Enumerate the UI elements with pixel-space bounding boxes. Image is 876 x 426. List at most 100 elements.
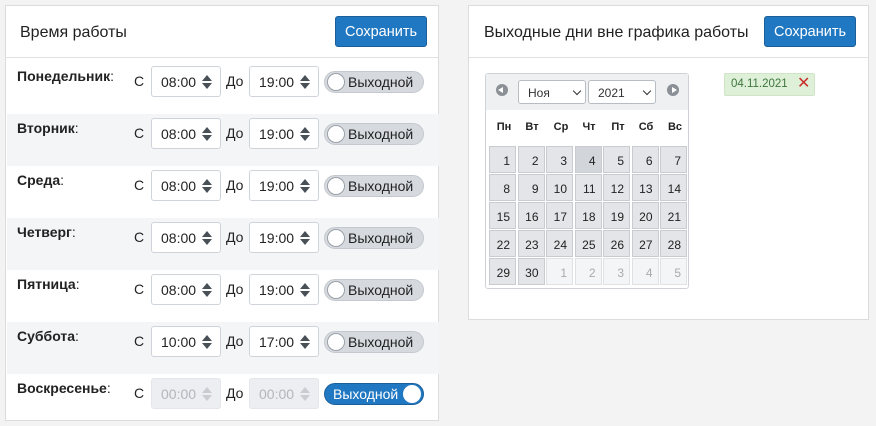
calendar-day[interactable]: 3 xyxy=(546,146,573,173)
from-time-input[interactable]: 00:00 xyxy=(151,378,221,409)
work-hours-header: Время работы Сохранить xyxy=(6,6,438,58)
calendar-day[interactable]: 16 xyxy=(517,202,545,229)
spinner-icon[interactable] xyxy=(202,387,212,401)
day-off-toggle[interactable]: Выходной xyxy=(324,175,424,197)
calendar-day[interactable]: 27 xyxy=(631,230,659,257)
from-time-input[interactable]: 08:00 xyxy=(151,222,221,253)
from-time-input[interactable]: 08:00 xyxy=(151,66,221,97)
to-time-value: 19:00 xyxy=(259,126,295,142)
day-off-toggle[interactable]: Выходной xyxy=(324,331,424,353)
calendar-day[interactable]: 22 xyxy=(489,230,516,257)
spinner-icon[interactable] xyxy=(300,179,310,193)
calendar-day[interactable]: 2 xyxy=(517,146,545,173)
calendar-day[interactable]: 7 xyxy=(660,146,687,173)
to-time-input[interactable]: 00:00 xyxy=(249,378,319,409)
day-off-toggle[interactable]: Выходной xyxy=(324,383,424,405)
calendar-day[interactable]: 24 xyxy=(546,230,573,257)
day-off-toggle[interactable]: Выходной xyxy=(324,123,424,145)
to-label: До xyxy=(226,73,244,89)
spinner-icon[interactable] xyxy=(202,127,212,141)
spinner-icon[interactable] xyxy=(202,179,212,193)
calendar-day[interactable]: 3 xyxy=(603,258,630,285)
spinner-icon[interactable] xyxy=(300,283,310,297)
weekday-label: Ср xyxy=(553,121,569,133)
prev-month-icon[interactable] xyxy=(496,84,508,96)
to-time-input[interactable]: 19:00 xyxy=(249,118,319,149)
calendar-day[interactable]: 4 xyxy=(574,146,602,173)
from-label: С xyxy=(134,73,145,89)
calendar-day[interactable]: 4 xyxy=(631,258,659,285)
save-holidays-button[interactable]: Сохранить xyxy=(764,16,857,47)
calendar-day[interactable]: 10 xyxy=(546,174,573,201)
year-select[interactable]: 2021 xyxy=(588,80,656,104)
calendar-day[interactable]: 29 xyxy=(489,258,516,285)
calendar-day[interactable]: 2 xyxy=(574,258,602,285)
calendar-day[interactable]: 8 xyxy=(489,174,516,201)
to-label: До xyxy=(226,333,244,349)
calendar-day[interactable]: 13 xyxy=(631,174,659,201)
day-off-toggle[interactable]: Выходной xyxy=(324,71,424,93)
calendar-day[interactable]: 1 xyxy=(546,258,573,285)
to-time-input[interactable]: 17:00 xyxy=(249,326,319,357)
spinner-icon[interactable] xyxy=(300,127,310,141)
spinner-icon[interactable] xyxy=(300,387,310,401)
day-off-label: Выходной xyxy=(333,386,399,402)
to-time-input[interactable]: 19:00 xyxy=(249,274,319,305)
calendar-day[interactable]: 6 xyxy=(631,146,659,173)
calendar-day[interactable]: 18 xyxy=(574,202,602,229)
day-name: Понедельник: xyxy=(17,68,114,84)
next-month-icon[interactable] xyxy=(667,84,679,96)
calendar-day[interactable]: 19 xyxy=(603,202,630,229)
toggle-knob xyxy=(327,177,345,195)
calendar-day[interactable]: 14 xyxy=(660,174,687,201)
day-off-toggle[interactable]: Выходной xyxy=(324,227,424,249)
spinner-icon[interactable] xyxy=(300,75,310,89)
calendar-day[interactable]: 26 xyxy=(603,230,630,257)
spinner-icon[interactable] xyxy=(202,75,212,89)
calendar-day[interactable]: 30 xyxy=(517,258,545,285)
calendar-day[interactable]: 11 xyxy=(574,174,602,201)
calendar-day[interactable]: 5 xyxy=(660,258,687,285)
from-time-input[interactable]: 08:00 xyxy=(151,274,221,305)
day-row: Среда: С 08:00 До 19:00 Выходной xyxy=(7,166,439,218)
calendar-day[interactable]: 21 xyxy=(660,202,687,229)
spinner-icon[interactable] xyxy=(202,231,212,245)
from-time-input[interactable]: 10:00 xyxy=(151,326,221,357)
to-time-value: 17:00 xyxy=(259,334,295,350)
day-name: Воскресенье: xyxy=(17,380,111,396)
from-label: С xyxy=(134,385,145,401)
calendar-day[interactable]: 28 xyxy=(660,230,687,257)
from-time-input[interactable]: 08:00 xyxy=(151,170,221,201)
calendar-day[interactable]: 9 xyxy=(517,174,545,201)
day-row: Понедельник: С 08:00 До 19:00 Выходной xyxy=(7,62,439,114)
spinner-icon[interactable] xyxy=(300,335,310,349)
calendar-day[interactable]: 23 xyxy=(517,230,545,257)
to-time-input[interactable]: 19:00 xyxy=(249,66,319,97)
day-row: Воскресенье: С 00:00 До 00:00 Выходной xyxy=(7,374,439,426)
calendar-day[interactable]: 25 xyxy=(574,230,602,257)
from-time-value: 10:00 xyxy=(161,334,197,350)
to-time-value: 19:00 xyxy=(259,178,295,194)
day-off-label: Выходной xyxy=(348,74,414,90)
from-label: С xyxy=(134,281,145,297)
to-label: До xyxy=(226,177,244,193)
close-icon[interactable]: ✕ xyxy=(797,76,810,92)
from-time-input[interactable]: 08:00 xyxy=(151,118,221,149)
toggle-knob xyxy=(327,229,345,247)
spinner-icon[interactable] xyxy=(202,283,212,297)
day-off-toggle[interactable]: Выходной xyxy=(324,279,424,301)
month-select[interactable]: Ноя xyxy=(518,80,586,104)
spinner-icon[interactable] xyxy=(202,335,212,349)
calendar-day[interactable]: 17 xyxy=(546,202,573,229)
to-time-input[interactable]: 19:00 xyxy=(249,222,319,253)
spinner-icon[interactable] xyxy=(300,231,310,245)
to-time-input[interactable]: 19:00 xyxy=(249,170,319,201)
day-name: Пятница: xyxy=(17,276,80,292)
calendar-day[interactable]: 5 xyxy=(603,146,630,173)
calendar-day[interactable]: 20 xyxy=(631,202,659,229)
save-work-hours-button[interactable]: Сохранить xyxy=(335,16,428,47)
calendar-day[interactable]: 1 xyxy=(489,146,516,173)
calendar-day[interactable]: 15 xyxy=(489,202,516,229)
calendar-day[interactable]: 12 xyxy=(603,174,630,201)
day-row: Пятница: С 08:00 До 19:00 Выходной xyxy=(7,270,439,322)
